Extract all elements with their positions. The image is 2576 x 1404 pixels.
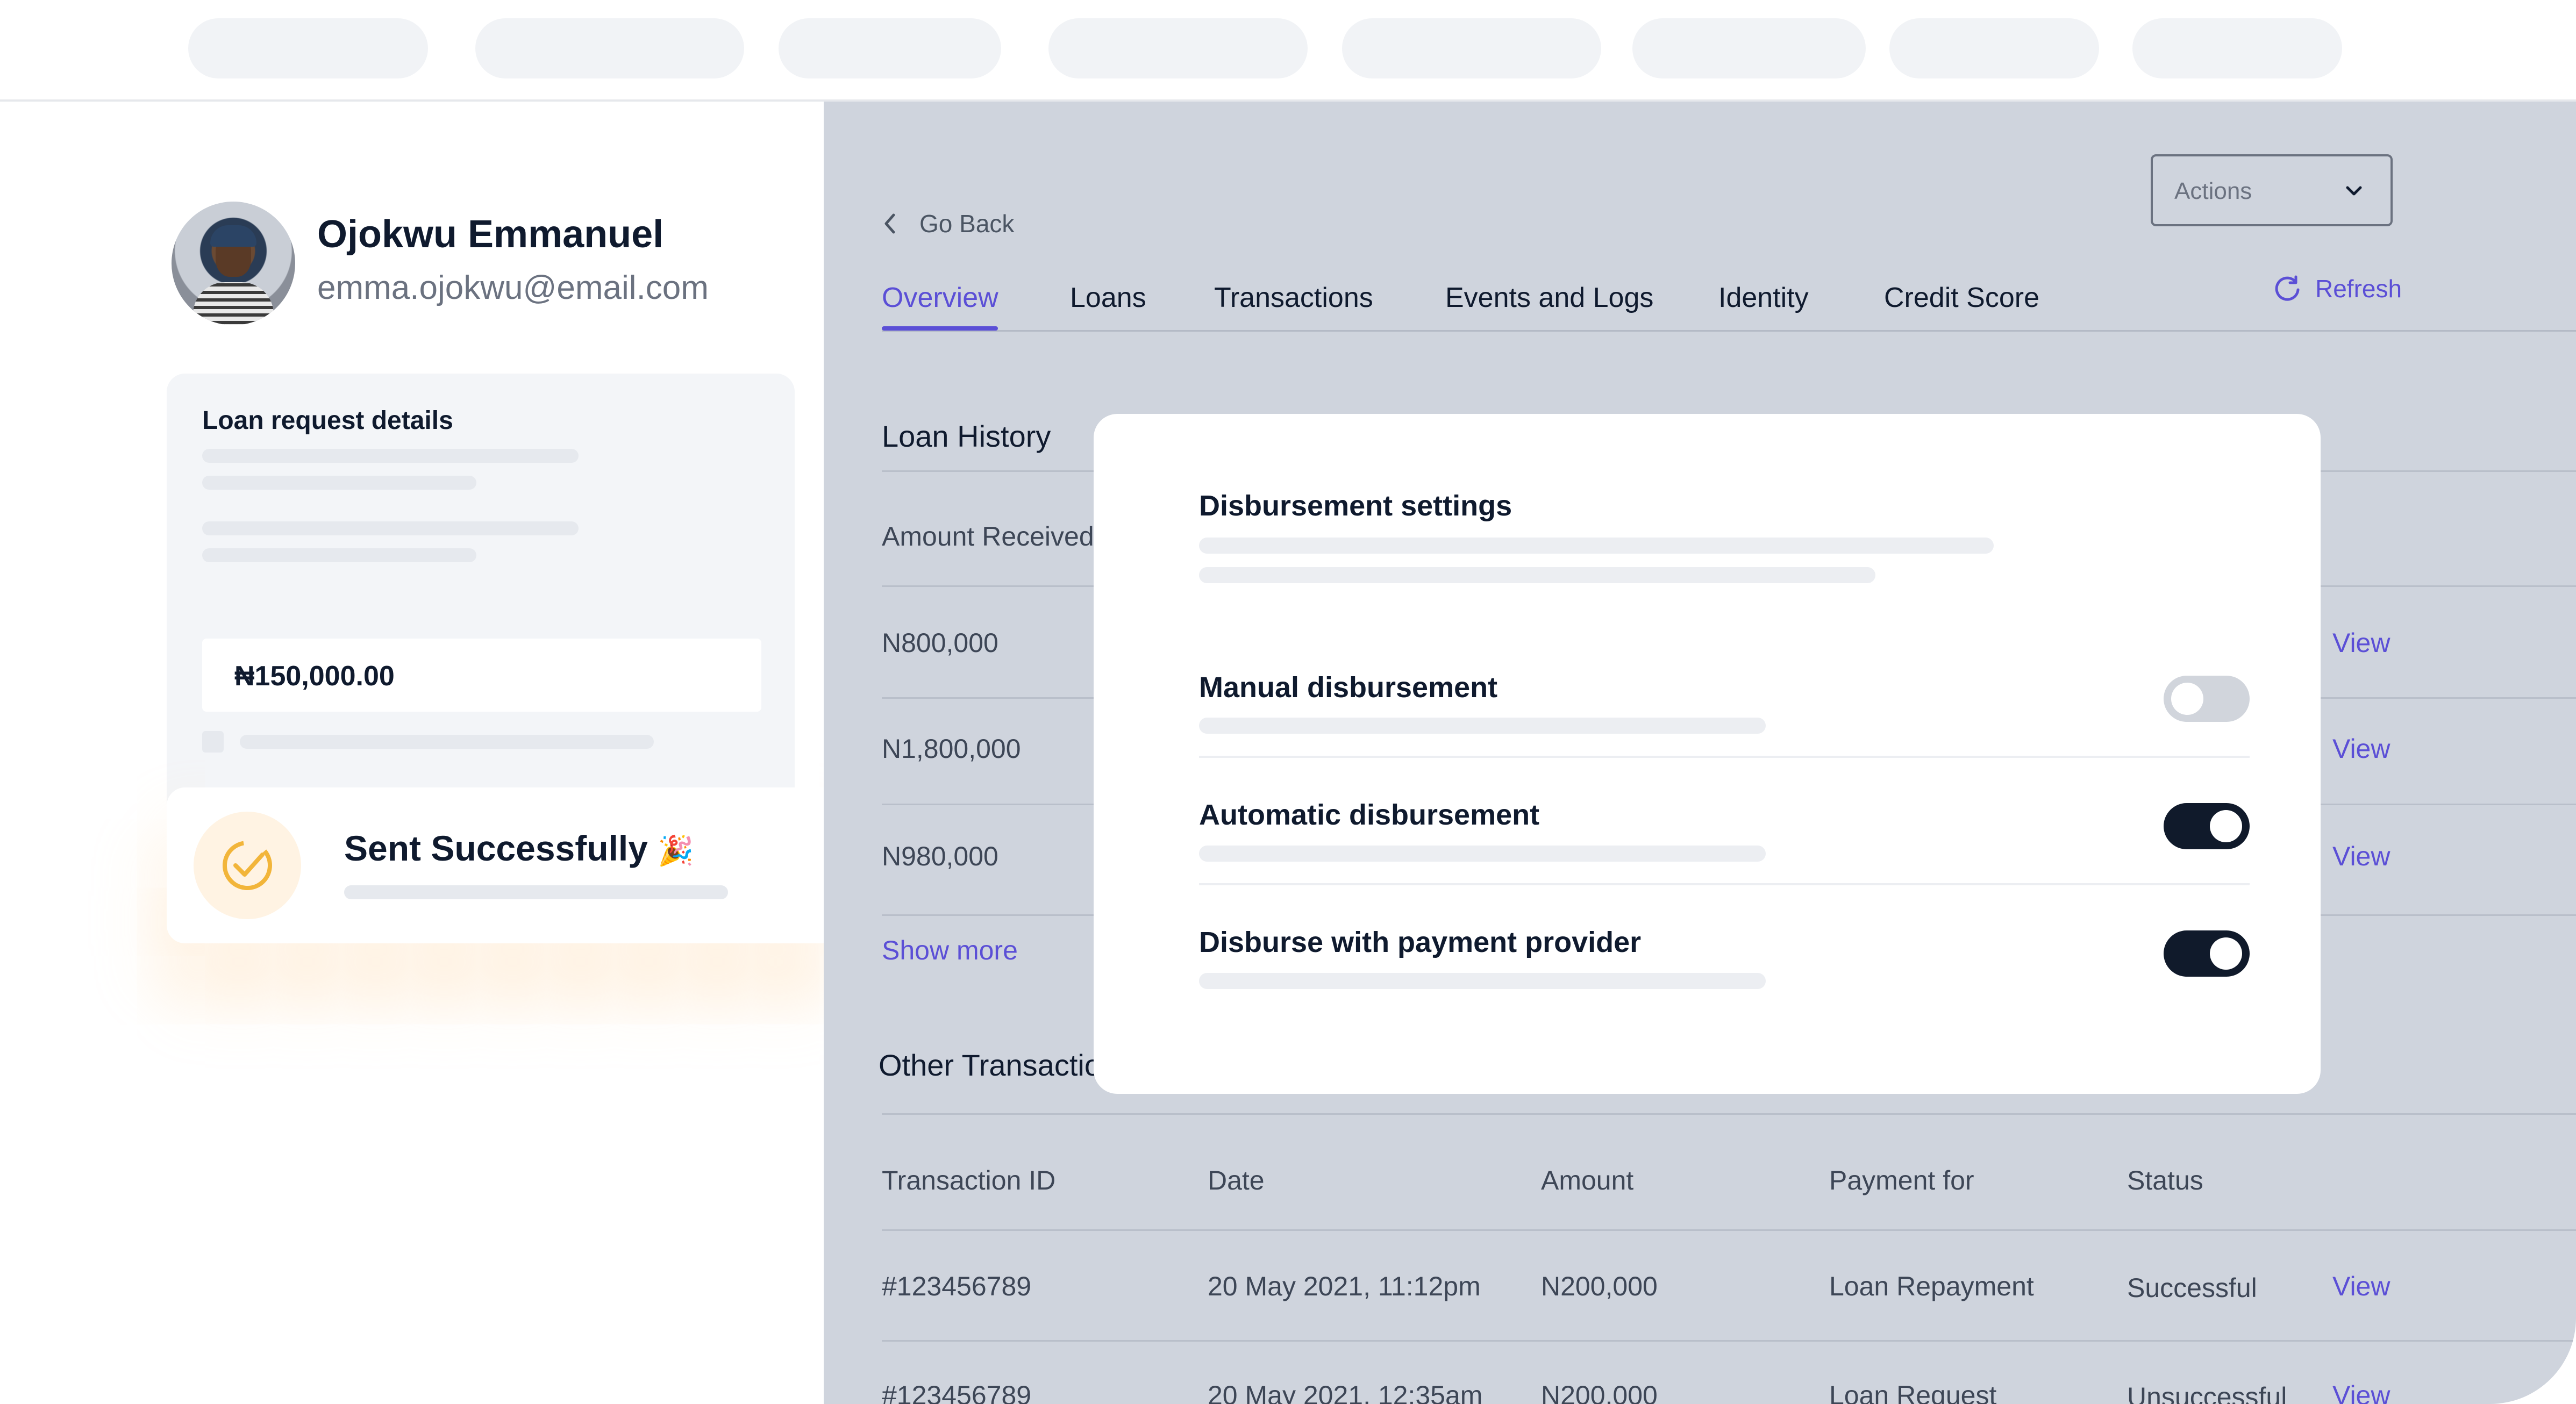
divider <box>882 1229 2576 1231</box>
nav-placeholder <box>1632 18 1866 78</box>
tab-overview[interactable]: Overview <box>882 282 998 314</box>
column-header-amount: Amount <box>1541 1165 1634 1195</box>
payment-provider-disbursement-toggle[interactable] <box>2164 930 2250 977</box>
loan-amount-field: ₦150,000.00 <box>202 639 761 712</box>
top-navigation <box>0 0 2576 102</box>
transaction-date-cell: 20 May 2021, 12:35am <box>1208 1380 1483 1404</box>
status-cell: Unsuccessful <box>2127 1382 2287 1404</box>
go-back-link[interactable]: Go Back <box>882 209 1014 238</box>
transaction-amount-cell: N200,000 <box>1541 1271 1658 1301</box>
avatar <box>172 202 295 325</box>
loan-amount-cell: N980,000 <box>882 841 998 871</box>
app-root: Ojokwu Emmanuel emma.ojokwu@email.com Lo… <box>0 0 2576 1404</box>
text-placeholder <box>202 476 476 490</box>
text-placeholder <box>202 449 579 463</box>
text-placeholder <box>202 521 579 535</box>
text-placeholder <box>1199 973 1766 989</box>
nav-placeholder <box>1342 18 1601 78</box>
text-placeholder <box>1199 846 1766 862</box>
view-loan-link[interactable]: View <box>2332 627 2390 658</box>
toggle-knob <box>2171 683 2203 715</box>
transaction-amount-cell: N200,000 <box>1541 1380 1658 1404</box>
transaction-id-cell: #123456789 <box>882 1271 1032 1301</box>
party-popper-icon: 🎉 <box>658 835 694 867</box>
go-back-label: Go Back <box>919 210 1015 238</box>
tab-events-and-logs[interactable]: Events and Logs <box>1445 282 1653 314</box>
divider <box>1199 756 2250 758</box>
active-tab-indicator <box>882 326 998 331</box>
transaction-date-cell: 20 May 2021, 11:12pm <box>1208 1271 1481 1301</box>
toast-message: Sent Successfully 🎉 <box>344 828 694 869</box>
show-more-link[interactable]: Show more <box>882 935 1018 966</box>
divider <box>1199 883 2250 885</box>
user-name: Ojokwu Emmanuel <box>317 213 664 256</box>
text-placeholder <box>202 548 476 562</box>
nav-placeholder <box>2132 18 2342 78</box>
column-header-status: Status <box>2127 1165 2203 1195</box>
nav-placeholder <box>475 18 744 78</box>
refresh-button[interactable]: Refresh <box>2272 274 2402 304</box>
text-placeholder <box>1199 567 1875 583</box>
toast-text: Sent Successfully <box>344 828 648 868</box>
view-transaction-link[interactable]: View <box>2332 1271 2390 1302</box>
chevron-left-icon <box>884 213 895 234</box>
view-transaction-link[interactable]: View <box>2332 1380 2390 1404</box>
view-loan-link[interactable]: View <box>2332 733 2390 764</box>
status-cell: Successful <box>2127 1273 2257 1303</box>
text-placeholder <box>1199 718 1766 734</box>
tab-loans[interactable]: Loans <box>1070 282 1146 314</box>
disbursement-settings-modal: Disbursement settings Manual disbursemen… <box>1094 414 2321 1094</box>
user-email: emma.ojokwu@email.com <box>317 269 709 306</box>
tab-transactions[interactable]: Transactions <box>1214 282 1373 314</box>
tab-credit-score[interactable]: Credit Score <box>1884 282 2039 314</box>
check-circle-icon <box>194 812 301 919</box>
nav-placeholder <box>1889 18 2099 78</box>
tab-identity[interactable]: Identity <box>1718 282 1809 314</box>
refresh-label: Refresh <box>2315 275 2402 303</box>
payment-for-cell: Loan Request <box>1829 1380 1997 1404</box>
success-toast: Sent Successfully 🎉 <box>167 787 824 943</box>
divider <box>882 1340 2576 1342</box>
loan-amount-cell: N800,000 <box>882 628 998 658</box>
amount-received-header: Amount Received <box>882 521 1094 551</box>
chevron-down-icon <box>2346 186 2362 196</box>
loan-amount-cell: N1,800,000 <box>882 734 1021 764</box>
text-placeholder <box>240 735 654 749</box>
refresh-icon <box>2275 275 2300 301</box>
nav-placeholder <box>779 18 1001 78</box>
nav-placeholder <box>188 18 428 78</box>
payment-for-cell: Loan Repayment <box>1829 1271 2034 1301</box>
column-header-payment-for: Payment for <box>1829 1165 1974 1195</box>
payment-provider-disbursement-label: Disburse with payment provider <box>1199 926 1642 958</box>
manual-disbursement-label: Manual disbursement <box>1199 671 1498 704</box>
loan-history-title: Loan History <box>882 419 1051 453</box>
automatic-disbursement-toggle[interactable] <box>2164 803 2250 849</box>
loan-request-title: Loan request details <box>202 406 453 435</box>
tabs-divider <box>882 330 2576 332</box>
actions-dropdown[interactable]: Actions <box>2151 154 2393 226</box>
column-header-date: Date <box>1208 1165 1265 1195</box>
text-placeholder <box>1199 538 1994 554</box>
nav-placeholder <box>1048 18 1308 78</box>
divider <box>882 1113 2576 1115</box>
manual-disbursement-toggle[interactable] <box>2164 676 2250 722</box>
loan-amount: ₦150,000.00 <box>234 661 395 692</box>
actions-label: Actions <box>2174 178 2252 204</box>
text-placeholder <box>344 885 728 899</box>
toggle-knob <box>2210 937 2242 970</box>
automatic-disbursement-label: Automatic disbursement <box>1199 799 1540 831</box>
toggle-knob <box>2210 810 2242 842</box>
modal-title: Disbursement settings <box>1199 490 1512 522</box>
view-loan-link[interactable]: View <box>2332 841 2390 872</box>
checkbox-placeholder <box>202 731 224 753</box>
transaction-id-cell: #123456789 <box>882 1380 1032 1404</box>
column-header-transaction-id: Transaction ID <box>882 1165 1056 1195</box>
